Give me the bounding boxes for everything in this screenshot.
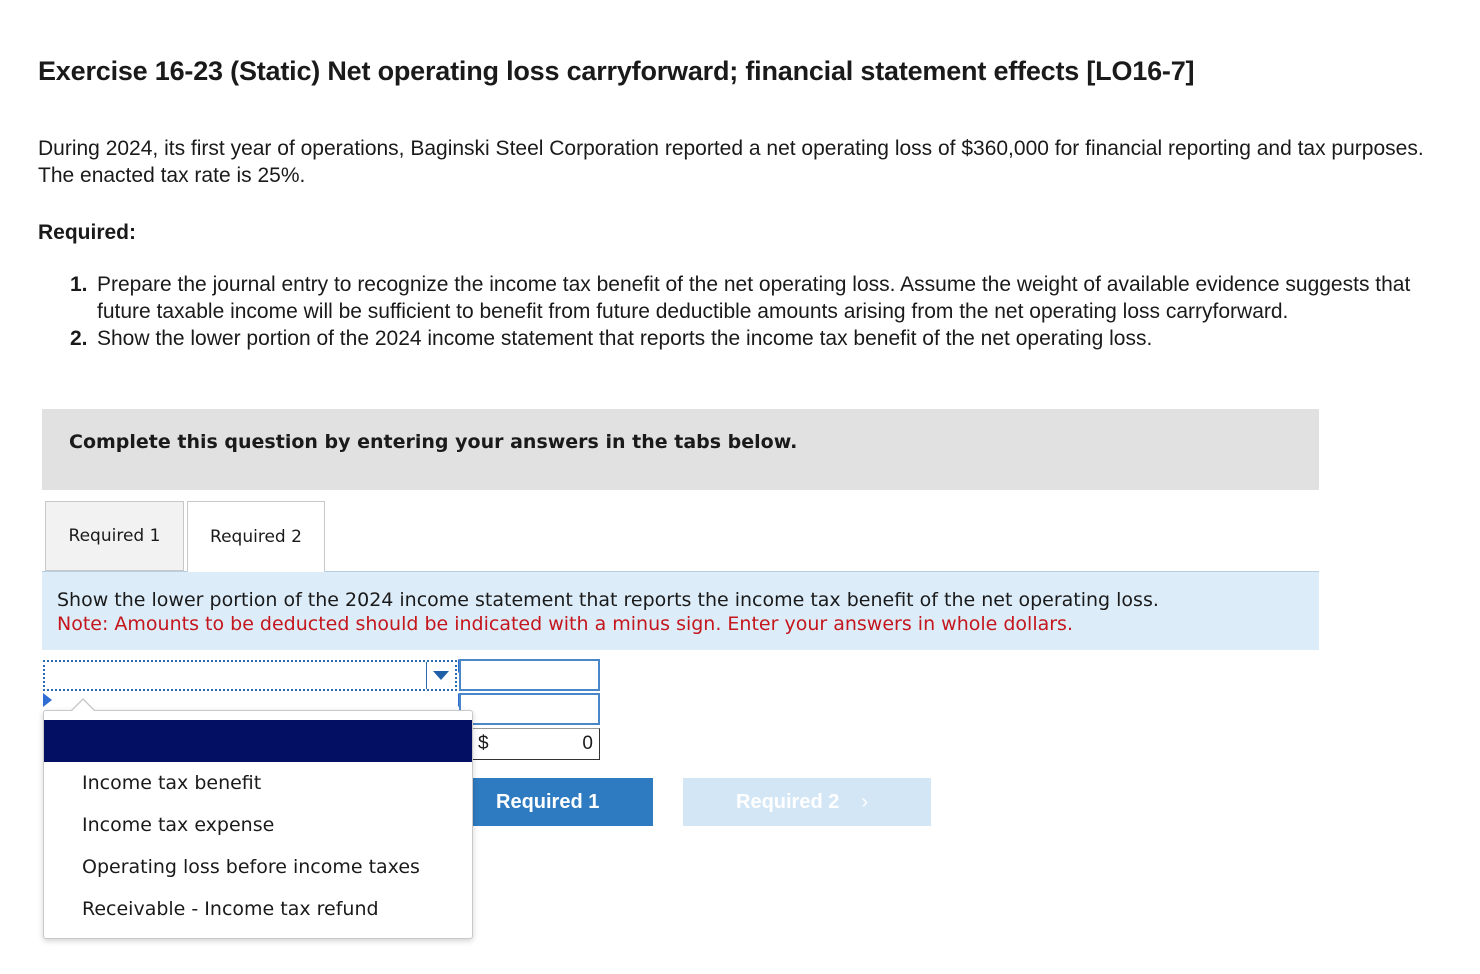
row-3-amount-total: $ 0	[459, 728, 600, 760]
requirement-item-2: 2. Show the lower portion of the 2024 in…	[70, 325, 1450, 352]
prev-button-label: Required 1	[496, 790, 600, 813]
row-3-amount-value: 0	[582, 733, 593, 754]
row-marker-icon	[43, 693, 52, 707]
dropdown-option-income-tax-expense[interactable]: Income tax expense	[44, 804, 472, 846]
requirement-text: Show the lower portion of the 2024 incom…	[97, 327, 1153, 350]
currency-symbol: $	[478, 733, 489, 754]
next-button-label: Required 2	[736, 790, 840, 813]
account-dropdown-menu: Income tax benefit Income tax expense Op…	[43, 710, 473, 939]
requirement-item-1: 1. Prepare the journal entry to recogniz…	[70, 271, 1450, 325]
requirements-list: 1. Prepare the journal entry to recogniz…	[70, 271, 1450, 352]
requirement-text: Prepare the journal entry to recognize t…	[97, 273, 1411, 323]
required-heading: Required:	[38, 221, 137, 244]
dropdown-toggle[interactable]	[426, 662, 455, 689]
exercise-title: Exercise 16-23 (Static) Net operating lo…	[38, 56, 1195, 86]
dropdown-option-blank[interactable]	[44, 720, 472, 762]
prev-required-1-button[interactable]: Required 1	[470, 778, 653, 826]
next-required-2-button[interactable]: Required 2 ›	[683, 778, 931, 826]
tab-required-2[interactable]: Required 2	[187, 501, 325, 572]
instructions-note: Note: Amounts to be deducted should be i…	[57, 613, 1073, 635]
row-1-account-select[interactable]	[43, 660, 457, 691]
chevron-right-icon: ›	[861, 790, 869, 813]
requirement-number: 2.	[70, 327, 88, 350]
tab-required-1[interactable]: Required 1	[45, 501, 184, 571]
dropdown-option-income-tax-benefit[interactable]: Income tax benefit	[44, 762, 472, 804]
dropdown-pointer-fill	[71, 700, 95, 712]
row-2-amount-input[interactable]	[459, 693, 600, 725]
complete-question-text: Complete this question by entering your …	[69, 431, 798, 453]
dropdown-option-operating-loss[interactable]: Operating loss before income taxes	[44, 846, 472, 888]
dropdown-option-receivable[interactable]: Receivable - Income tax refund	[44, 888, 472, 930]
chevron-down-icon	[433, 671, 449, 680]
instructions-text: Show the lower portion of the 2024 incom…	[57, 589, 1159, 611]
exercise-intro: During 2024, its first year of operation…	[38, 137, 1424, 187]
instructions-panel: Show the lower portion of the 2024 incom…	[42, 571, 1319, 650]
row-1-amount-input[interactable]	[459, 659, 600, 691]
requirement-number: 1.	[70, 273, 88, 296]
complete-question-banner: Complete this question by entering your …	[42, 409, 1319, 490]
